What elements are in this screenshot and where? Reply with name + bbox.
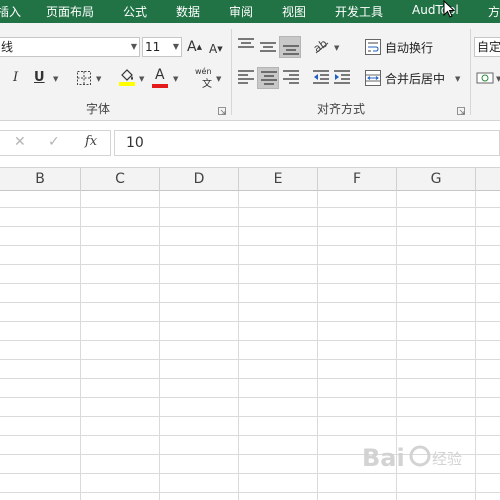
grow-font-icon: A	[187, 39, 197, 55]
ribbon-tab-bar: 插入 页面布局 公式 数据 审阅 视图 开发工具 AudTool 方	[0, 0, 500, 23]
tab-data[interactable]: 数据	[176, 3, 200, 20]
chevron-down-icon[interactable]: ▼	[96, 75, 101, 83]
column-header-h[interactable]	[476, 168, 500, 191]
font-color-button[interactable]: A	[155, 67, 165, 83]
enter-icon[interactable]: ✓	[48, 134, 60, 150]
grid-line	[0, 264, 500, 265]
font-color-swatch	[152, 84, 168, 88]
cancel-icon[interactable]: ✕	[14, 134, 26, 150]
tab-developer[interactable]: 开发工具	[335, 3, 383, 20]
grid-line	[0, 435, 500, 436]
grid-line	[0, 416, 500, 417]
column-header-e[interactable]: E	[239, 168, 318, 191]
column-headers: B C D E F G	[0, 167, 500, 191]
chevron-down-icon[interactable]: ▼	[131, 38, 137, 56]
column-header-b[interactable]: B	[0, 168, 81, 191]
phonetic-guide-button[interactable]: wén 文	[194, 67, 216, 90]
column-header-f[interactable]: F	[318, 168, 397, 191]
dialog-launcher-icon[interactable]	[457, 107, 465, 115]
chevron-down-icon[interactable]: ▼	[334, 44, 339, 52]
phonetic-char: 文	[202, 79, 212, 90]
decrease-indent-icon[interactable]	[312, 69, 330, 85]
grid-line	[0, 283, 500, 284]
worksheet-grid[interactable]: Bai 经验	[0, 191, 500, 500]
tab-review[interactable]: 审阅	[229, 3, 253, 20]
column-header-g[interactable]: G	[397, 168, 476, 191]
orientation-icon[interactable]: ab	[312, 37, 332, 55]
grid-line	[0, 302, 500, 303]
column-header-c[interactable]: C	[81, 168, 160, 191]
chevron-down-icon[interactable]: ▼	[173, 38, 179, 56]
wrap-text-button[interactable]: 自动换行	[365, 38, 465, 56]
grid-line	[0, 397, 500, 398]
chevron-down-icon[interactable]: ▼	[496, 75, 500, 83]
align-center-button[interactable]	[257, 67, 279, 89]
accounting-format-icon[interactable]	[476, 69, 494, 87]
chevron-down-icon[interactable]: ▼	[216, 75, 221, 83]
underline-button[interactable]: U	[34, 70, 45, 86]
number-format-value: 自定	[477, 40, 500, 54]
font-size-combo[interactable]: 11 ▼	[142, 37, 182, 57]
formula-bar: ✕ ✓ fx 10	[0, 121, 500, 167]
formula-input[interactable]: 10	[114, 130, 500, 156]
align-middle-icon[interactable]	[259, 39, 277, 55]
insert-function-icon[interactable]: fx	[85, 134, 97, 149]
align-bottom-icon	[283, 45, 299, 55]
grid-line	[0, 207, 500, 208]
svg-text:经验: 经验	[432, 450, 462, 468]
wrap-text-label: 自动换行	[385, 41, 434, 55]
number-format-combo[interactable]: 自定	[474, 37, 500, 57]
tab-formulas[interactable]: 公式	[123, 3, 147, 20]
merge-center-label: 合并后居中	[385, 72, 446, 86]
baidu-watermark: Bai 经验	[362, 438, 492, 478]
italic-button[interactable]: I	[13, 70, 18, 86]
chevron-down-icon[interactable]: ▼	[139, 75, 144, 83]
chevron-down-icon[interactable]: ▼	[455, 75, 460, 83]
group-separator	[231, 29, 232, 115]
align-center-icon	[261, 71, 277, 85]
watermark-logo: Bai 经验	[362, 444, 462, 472]
column-header-d[interactable]: D	[160, 168, 239, 191]
grid-line	[0, 245, 500, 246]
formula-bar-buttons: ✕ ✓ fx	[0, 130, 111, 156]
font-size-value: 11	[145, 40, 161, 54]
font-group-label: 字体	[86, 102, 111, 116]
align-top-icon[interactable]	[237, 37, 255, 53]
grid-line	[0, 321, 500, 322]
fill-color-icon[interactable]	[118, 67, 136, 87]
tab-insert[interactable]: 插入	[0, 3, 21, 20]
wrap-text-icon	[365, 39, 381, 55]
font-name-combo[interactable]: 线 ▼	[0, 37, 140, 57]
merge-center-icon	[365, 70, 381, 86]
borders-icon[interactable]	[76, 70, 92, 86]
font-name-value: 线	[1, 40, 14, 54]
mouse-pointer-icon	[443, 0, 456, 18]
align-bottom-button[interactable]	[279, 36, 301, 58]
grid-line	[0, 226, 500, 227]
chevron-down-icon[interactable]: ▼	[53, 75, 58, 83]
chevron-down-icon[interactable]: ▼	[173, 75, 178, 83]
grow-font-button[interactable]: A▲	[187, 39, 202, 55]
align-right-icon[interactable]	[282, 69, 300, 85]
shrink-font-icon: A	[209, 42, 218, 56]
dialog-launcher-icon[interactable]	[218, 107, 226, 115]
align-left-icon[interactable]	[237, 69, 255, 85]
group-separator	[470, 29, 471, 115]
tab-view[interactable]: 视图	[282, 3, 306, 20]
increase-indent-icon[interactable]	[333, 69, 351, 85]
svg-text:ab: ab	[312, 37, 330, 55]
grid-line	[0, 340, 500, 341]
grid-line	[0, 378, 500, 379]
svg-text:Bai: Bai	[362, 444, 405, 472]
tab-ffgz[interactable]: 方	[488, 3, 500, 20]
merge-center-button[interactable]: 合并后居中	[365, 69, 465, 87]
tab-page-layout[interactable]: 页面布局	[46, 3, 94, 20]
shrink-font-button[interactable]: A▼	[209, 41, 223, 57]
alignment-group-label: 对齐方式	[317, 102, 366, 116]
grid-line	[0, 359, 500, 360]
ribbon: 线 ▼ 11 ▼ A▲ A▼ I U ▼ ▼ ▼ A ▼ wén 文 ▼ 字体	[0, 23, 500, 121]
grid-line	[0, 492, 500, 493]
